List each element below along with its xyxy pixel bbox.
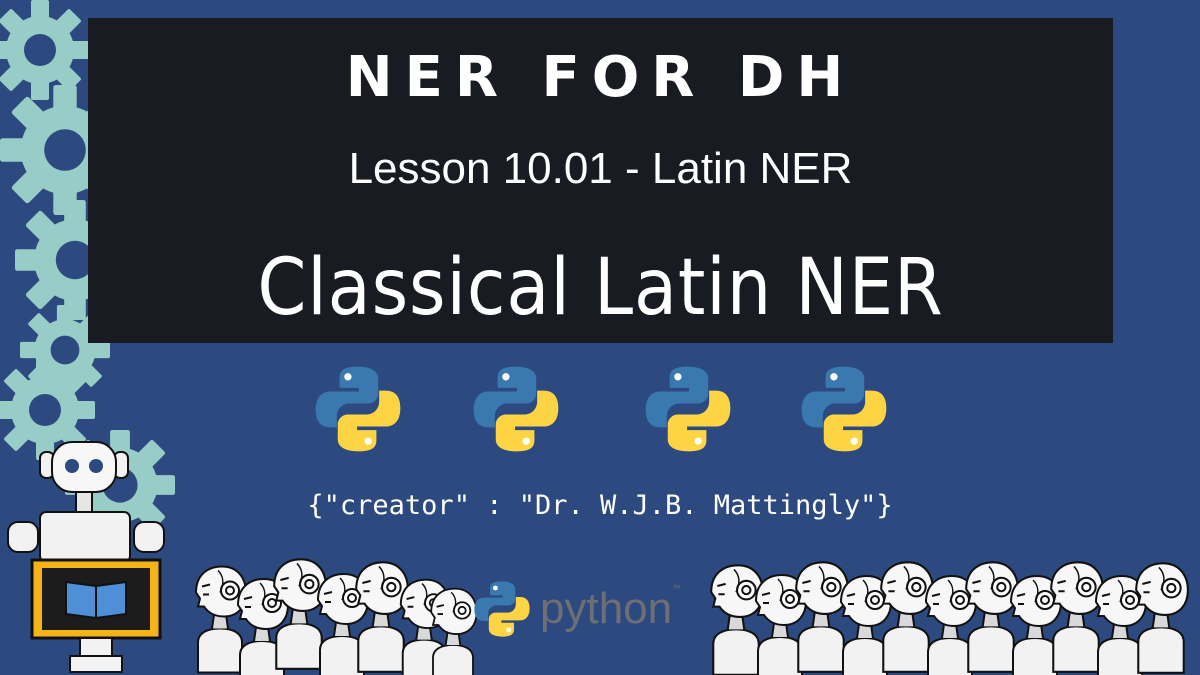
robot-head-icon bbox=[965, 561, 1019, 673]
robot-crowd bbox=[194, 558, 1189, 675]
robot-head-icon bbox=[880, 561, 934, 673]
robot-head-icon bbox=[194, 565, 248, 674]
python-logo-icon bbox=[474, 581, 530, 637]
robot-head-icon bbox=[795, 561, 849, 673]
python-wordmark: python bbox=[540, 584, 673, 633]
robot-head-icon bbox=[710, 564, 764, 675]
robot-head-icon bbox=[430, 587, 478, 675]
trademark-mark: ™ bbox=[672, 583, 681, 593]
robot-head-icon bbox=[355, 561, 409, 673]
robot-head-icon bbox=[1135, 562, 1189, 674]
robot-head-icon bbox=[1050, 561, 1104, 673]
python-brand-logo: python ™ bbox=[472, 575, 692, 645]
